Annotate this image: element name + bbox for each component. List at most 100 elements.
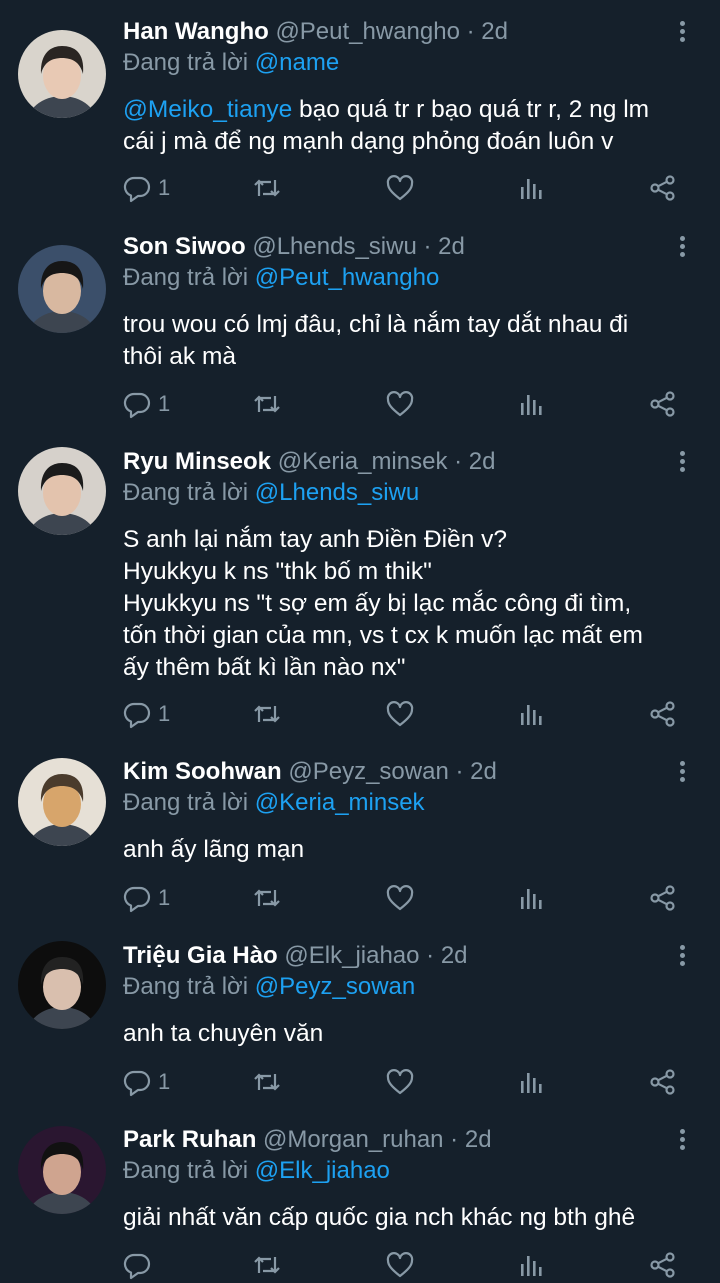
retweet-button[interactable] bbox=[252, 1064, 282, 1100]
tweet-text-line: trou wou có lmj đâu, chỉ là nắm tay dắt … bbox=[123, 309, 703, 341]
avatar[interactable] bbox=[18, 245, 106, 333]
like-icon bbox=[385, 1250, 415, 1280]
replying-to: Đang trả lời @Peut_hwangho bbox=[123, 261, 439, 295]
reply-button[interactable]: 1 bbox=[122, 386, 170, 422]
tweet-text-line: anh ấy lãng mạn bbox=[123, 834, 703, 866]
retweet-icon bbox=[252, 173, 282, 203]
analytics-button[interactable] bbox=[516, 386, 546, 422]
more-options-icon[interactable] bbox=[668, 754, 698, 790]
share-button[interactable] bbox=[648, 170, 678, 206]
avatar[interactable] bbox=[18, 30, 106, 118]
mention-link[interactable]: @Meiko_tianye bbox=[123, 96, 292, 123]
replying-to-mention[interactable]: @name bbox=[255, 49, 339, 76]
share-button[interactable] bbox=[648, 696, 678, 732]
retweet-icon bbox=[252, 1067, 282, 1097]
retweet-icon bbox=[252, 389, 282, 419]
replying-label: Đang trả lời bbox=[123, 479, 249, 506]
retweet-icon bbox=[252, 1250, 282, 1280]
avatar[interactable] bbox=[18, 1126, 106, 1214]
author-name[interactable]: Han Wangho bbox=[123, 18, 269, 45]
user-avatar bbox=[18, 1126, 106, 1214]
replying-to: Đang trả lời @Elk_jiahao bbox=[123, 1154, 390, 1188]
tweet-text: trou wou có lmj đâu, chỉ là nắm tay dắt … bbox=[123, 309, 703, 373]
more-options-icon[interactable] bbox=[668, 938, 698, 974]
reply-button[interactable]: 1 bbox=[122, 1064, 170, 1100]
more-options-icon[interactable] bbox=[668, 444, 698, 480]
separator-dot: · bbox=[416, 233, 439, 260]
author-handle[interactable]: @Peyz_sowan bbox=[288, 758, 448, 785]
analytics-button[interactable] bbox=[516, 1064, 546, 1100]
avatar[interactable] bbox=[18, 758, 106, 846]
retweet-button[interactable] bbox=[252, 880, 282, 916]
timestamp: 2d bbox=[440, 942, 468, 969]
share-icon bbox=[648, 883, 678, 913]
dot bbox=[680, 236, 685, 241]
analytics-button[interactable] bbox=[516, 696, 546, 732]
avatar[interactable] bbox=[18, 447, 106, 535]
tweet-actions: 1 bbox=[0, 880, 720, 916]
share-button[interactable] bbox=[648, 1064, 678, 1100]
line-text: trou wou có lmj đâu, chỉ là nắm tay dắt … bbox=[123, 311, 629, 338]
retweet-button[interactable] bbox=[252, 170, 282, 206]
reply-button[interactable]: 1 bbox=[122, 880, 170, 916]
reply-icon bbox=[122, 389, 152, 419]
dot bbox=[680, 37, 685, 42]
like-button[interactable] bbox=[385, 1064, 415, 1100]
replying-to: Đang trả lời @name bbox=[123, 46, 339, 80]
replying-to-mention[interactable]: @Peut_hwangho bbox=[255, 264, 440, 291]
author-name[interactable]: Triệu Gia Hào bbox=[123, 942, 278, 969]
line-text: thôi ak mà bbox=[123, 343, 237, 370]
retweet-button[interactable] bbox=[252, 696, 282, 732]
replying-to-mention[interactable]: @Keria_minsek bbox=[255, 789, 425, 816]
retweet-button[interactable] bbox=[252, 386, 282, 422]
tweet-actions: 1 bbox=[0, 170, 720, 206]
tweet-actions: 1 bbox=[0, 386, 720, 422]
analytics-button[interactable] bbox=[516, 170, 546, 206]
more-options-icon[interactable] bbox=[668, 14, 698, 50]
author-name[interactable]: Ryu Minseok bbox=[123, 448, 271, 475]
line-text: giải nhất văn cấp quốc gia nch khác ng b… bbox=[123, 1204, 636, 1231]
tweet-text-line: anh ta chuyên văn bbox=[123, 1018, 703, 1050]
reply-button[interactable]: 1 bbox=[122, 696, 170, 732]
tweet-actions: 1 bbox=[0, 1064, 720, 1100]
tweet-text: anh ấy lãng mạn bbox=[123, 834, 703, 866]
author-handle[interactable]: @Lhends_siwu bbox=[252, 233, 416, 260]
avatar[interactable] bbox=[18, 941, 106, 1029]
author-handle[interactable]: @Elk_jiahao bbox=[284, 942, 419, 969]
replying-to-mention[interactable]: @Peyz_sowan bbox=[255, 973, 415, 1000]
share-button[interactable] bbox=[648, 880, 678, 916]
replying-to: Đang trả lời @Lhends_siwu bbox=[123, 476, 419, 510]
author-handle[interactable]: @Morgan_ruhan bbox=[263, 1126, 443, 1153]
retweet-icon bbox=[252, 883, 282, 913]
line-text: anh ấy lãng mạn bbox=[123, 836, 305, 863]
author-handle[interactable]: @Keria_minsek bbox=[278, 448, 448, 475]
separator-dot: · bbox=[419, 942, 441, 969]
tweet-actions: 1 bbox=[0, 696, 720, 732]
timestamp: 2d bbox=[481, 18, 508, 45]
analytics-button[interactable] bbox=[516, 880, 546, 916]
retweet-icon bbox=[252, 699, 282, 729]
line-text: ấy thêm bất kì lần nào nx" bbox=[123, 654, 406, 681]
like-button[interactable] bbox=[385, 386, 415, 422]
tweet-text-line: Hyukkyu ns "t sợ em ấy bị lạc mắc công đ… bbox=[123, 588, 703, 620]
share-button[interactable] bbox=[648, 386, 678, 422]
tweet-text-line: @Meiko_tianye bạo quá tr r bạo quá tr r,… bbox=[123, 94, 703, 126]
author-name[interactable]: Son Siwoo bbox=[123, 233, 246, 260]
reply-button[interactable]: 1 bbox=[122, 170, 170, 206]
reply-icon bbox=[122, 699, 152, 729]
author-name[interactable]: Park Ruhan bbox=[123, 1126, 256, 1153]
dot bbox=[680, 459, 685, 464]
more-options-icon[interactable] bbox=[668, 229, 698, 265]
more-options-icon[interactable] bbox=[668, 1122, 698, 1158]
tweet-text-line: ấy thêm bất kì lần nào nx" bbox=[123, 652, 703, 684]
author-name[interactable]: Kim Soohwan bbox=[123, 758, 282, 785]
author-handle[interactable]: @Peut_hwangho bbox=[275, 18, 460, 45]
replying-to-mention[interactable]: @Lhends_siwu bbox=[255, 479, 419, 506]
like-button[interactable] bbox=[385, 880, 415, 916]
like-button[interactable] bbox=[385, 696, 415, 732]
like-icon bbox=[385, 883, 415, 913]
replying-to-mention[interactable]: @Elk_jiahao bbox=[255, 1157, 390, 1184]
user-avatar bbox=[18, 447, 106, 535]
user-avatar bbox=[18, 941, 106, 1029]
like-button[interactable] bbox=[385, 170, 415, 206]
